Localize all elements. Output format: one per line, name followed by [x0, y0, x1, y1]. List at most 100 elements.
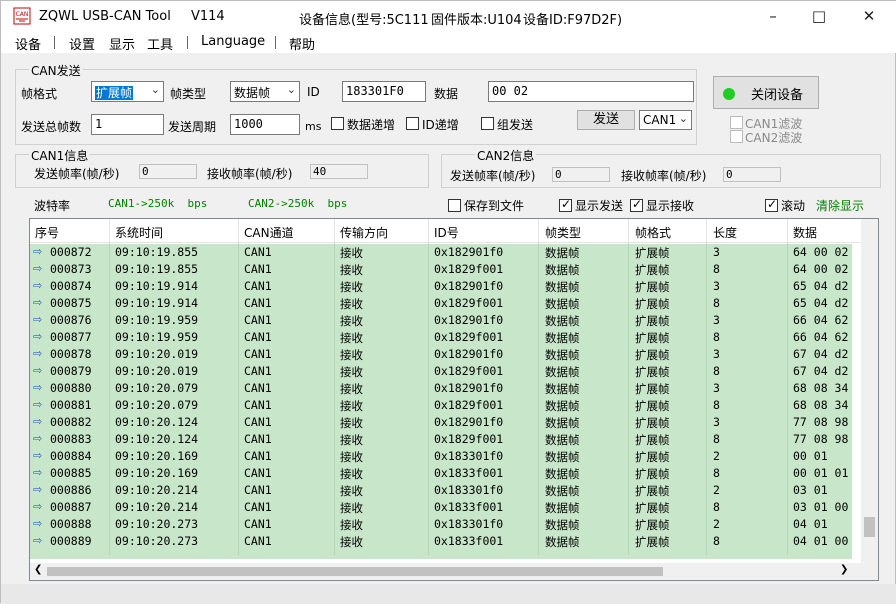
can-send-group-label: CAN发送 [29, 62, 83, 79]
frame-format-select[interactable]: 扩展帧 ⌄ [91, 81, 164, 102]
table-row[interactable]: ⇨ 000875 09:10:19.914 CAN1 接收 0x1829f001 数据帧 扩展… [30, 295, 852, 312]
table-row[interactable]: ⇨ 000881 09:10:20.079 CAN1 接收 0x1829f001 数据帧 扩展… [30, 397, 852, 414]
menu-settings[interactable]: 设置 [69, 34, 95, 53]
table-row[interactable]: ⇨ 000873 09:10:19.855 CAN1 接收 0x1829f001 数据帧 扩展… [30, 261, 852, 278]
table-row[interactable]: ⇨ 000885 09:10:20.169 CAN1 接收 0x1833f001 数据帧 扩展… [30, 465, 852, 482]
minimize-icon[interactable]: – [750, 1, 796, 31]
status-led-icon [723, 88, 735, 100]
row-seq: 000881 [50, 398, 92, 412]
row-id: 0x1829f001 [434, 262, 504, 276]
table-row[interactable]: ⇨ 000889 09:10:20.273 CAN1 接收 0x1833f001 数据帧 扩展… [30, 533, 852, 550]
row-data: 64 00 02 [793, 262, 849, 276]
channel-select[interactable]: CAN1 ⌄ [639, 110, 692, 130]
row-direction: 接收 [340, 331, 363, 345]
table-row[interactable]: ⇨ 000872 09:10:19.855 CAN1 接收 0x182901f0 数据帧 扩展… [30, 244, 852, 261]
group-send-checkbox[interactable] [481, 117, 494, 130]
scroll-right-icon[interactable]: ❯ [840, 564, 848, 575]
row-seq: 000883 [50, 432, 92, 446]
col-header-data[interactable]: 数据 [793, 224, 817, 241]
chevron-down-icon: ⌄ [678, 112, 688, 125]
frame-type-select[interactable]: 数据帧 ⌄ [230, 81, 300, 102]
col-header-frame-format[interactable]: 帧格式 [635, 224, 671, 241]
table-row[interactable]: ⇨ 000887 09:10:20.214 CAN1 接收 0x1833f001 数据帧 扩展… [30, 499, 852, 516]
table-row[interactable]: ⇨ 000886 09:10:20.214 CAN1 接收 0x183301f0 数据帧 扩展… [30, 482, 852, 499]
scroll-checkbox[interactable] [765, 197, 778, 212]
row-frame-format: 扩展帧 [635, 484, 670, 498]
menu-bar: 设备 设置 显示 工具 Language 帮助 [1, 31, 896, 53]
id-increment-label: ID递增 [422, 118, 459, 132]
title-bar: CAN ZQWL USB-CAN Tool V114 设备信息(型号:5C111… [1, 1, 896, 31]
chevron-down-icon: ⌄ [286, 83, 296, 96]
show-recv-checkbox[interactable] [630, 197, 643, 212]
can1-recv-rate-value: 40 [310, 164, 368, 179]
menu-tools[interactable]: 工具 [147, 34, 173, 53]
row-frame-type: 数据帧 [545, 365, 580, 379]
row-length: 8 [713, 330, 720, 344]
col-header-channel[interactable]: CAN通道 [244, 224, 294, 241]
menu-help[interactable]: 帮助 [289, 34, 315, 53]
table-row[interactable]: ⇨ 000883 09:10:20.124 CAN1 接收 0x1829f001 数据帧 扩展… [30, 431, 852, 448]
row-data: 66 04 62 [793, 313, 849, 327]
svg-text:CAN: CAN [16, 11, 29, 18]
close-device-button[interactable]: 关闭设备 [713, 76, 819, 109]
horizontal-scrollbar[interactable]: ❮ ❯ [30, 563, 878, 580]
table-row[interactable]: ⇨ 000876 09:10:19.959 CAN1 接收 0x182901f0 数据帧 扩展… [30, 312, 852, 329]
row-frame-format: 扩展帧 [635, 467, 670, 481]
row-data: 03 01 [793, 483, 828, 497]
total-frames-input[interactable]: 1 [91, 114, 164, 135]
col-header-direction[interactable]: 传输方向 [340, 224, 388, 241]
menu-device[interactable]: 设备 [15, 34, 41, 53]
show-send-label: 显示发送 [575, 199, 624, 213]
row-frame-format: 扩展帧 [635, 348, 670, 362]
row-frame-format: 扩展帧 [635, 331, 670, 345]
can1-filter-checkbox[interactable] [730, 116, 743, 129]
table-row[interactable]: ⇨ 000874 09:10:19.914 CAN1 接收 0x182901f0 数据帧 扩展… [30, 278, 852, 295]
show-send-checkbox[interactable] [559, 197, 572, 212]
save-to-file-checkbox[interactable] [448, 199, 461, 212]
horizontal-scroll-thumb[interactable] [47, 567, 663, 576]
id-input[interactable]: 183301F0 [342, 81, 426, 102]
group-send-label: 组发送 [497, 118, 534, 132]
data-input[interactable]: 00 02 [488, 81, 694, 102]
period-input[interactable]: 1000 [230, 114, 300, 135]
receive-arrow-icon: ⇨ [33, 500, 43, 513]
maximize-icon[interactable]: □ [796, 1, 842, 31]
row-frame-format: 扩展帧 [635, 535, 670, 549]
row-frame-format: 扩展帧 [635, 314, 670, 328]
table-row[interactable]: ⇨ 000879 09:10:20.019 CAN1 接收 0x1829f001 数据帧 扩展… [30, 363, 852, 380]
row-direction: 接收 [340, 535, 363, 549]
col-header-frame-type[interactable]: 帧类型 [545, 224, 581, 241]
can2-send-rate-value: 0 [552, 167, 610, 182]
table-row[interactable]: ⇨ 000877 09:10:19.959 CAN1 接收 0x1829f001 数据帧 扩展… [30, 329, 852, 346]
table-row[interactable]: ⇨ 000888 09:10:20.273 CAN1 接收 0x183301f0 数据帧 扩展… [30, 516, 852, 533]
can2-filter-checkbox[interactable] [730, 130, 743, 143]
clear-display-link[interactable]: 清除显示 [816, 197, 864, 214]
row-time: 09:10:20.273 [115, 517, 199, 531]
vertical-scrollbar[interactable] [861, 219, 878, 565]
vertical-scroll-thumb[interactable] [864, 517, 875, 537]
col-header-time[interactable]: 系统时间 [115, 224, 163, 241]
col-header-length[interactable]: 长度 [713, 224, 737, 241]
menu-language[interactable]: Language [201, 34, 265, 49]
row-id: 0x1829f001 [434, 364, 504, 378]
table-row[interactable]: ⇨ 000882 09:10:20.124 CAN1 接收 0x182901f0 数据帧 扩展… [30, 414, 852, 431]
row-length: 2 [713, 517, 720, 531]
id-increment-checkbox[interactable] [406, 117, 419, 130]
row-length: 8 [713, 262, 720, 276]
table-row[interactable]: ⇨ 000880 09:10:20.079 CAN1 接收 0x182901f0 数据帧 扩展… [30, 380, 852, 397]
table-row[interactable]: ⇨ 000878 09:10:20.019 CAN1 接收 0x182901f0 数据帧 扩展… [30, 346, 852, 363]
row-time: 09:10:20.124 [115, 415, 199, 429]
frame-type-label: 帧类型 [170, 87, 207, 101]
send-button[interactable]: 发送 [577, 110, 635, 130]
menu-display[interactable]: 显示 [109, 34, 135, 53]
col-header-seq[interactable]: 序号 [35, 224, 59, 241]
column-divider [706, 219, 707, 243]
scroll-left-icon[interactable]: ❮ [34, 564, 42, 575]
close-icon[interactable]: ✕ [846, 1, 892, 31]
row-frame-type: 数据帧 [545, 280, 580, 294]
table-row[interactable]: ⇨ 000884 09:10:20.169 CAN1 接收 0x183301f0 数据帧 扩展… [30, 448, 852, 465]
message-table[interactable]: 序号 系统时间 CAN通道 传输方向 ID号 帧类型 帧格式 长度 数据 ⇨ 00… [29, 218, 879, 581]
data-increment-checkbox[interactable] [331, 117, 344, 130]
row-seq: 000877 [50, 330, 92, 344]
col-header-id[interactable]: ID号 [434, 224, 459, 241]
